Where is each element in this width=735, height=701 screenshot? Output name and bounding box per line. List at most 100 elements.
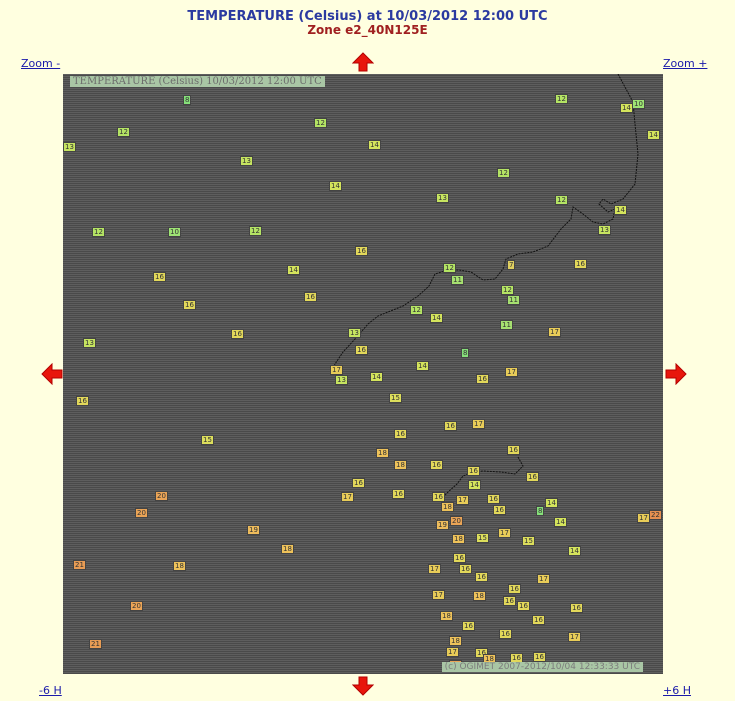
coastline-overlay xyxy=(330,74,639,500)
station-temperature-label: 18 xyxy=(452,534,465,544)
station-temperature-label: 14 xyxy=(329,181,342,191)
station-temperature-label: 13 xyxy=(598,225,611,235)
station-temperature-label: 13 xyxy=(348,328,361,338)
station-temperature-label: 18 xyxy=(441,502,454,512)
station-temperature-label: 12 xyxy=(92,227,105,237)
station-temperature-label: 17 xyxy=(537,574,550,584)
station-temperature-label: 14 xyxy=(614,205,627,215)
station-temperature-label: 15 xyxy=(389,393,402,403)
time-back-link[interactable]: -6 H xyxy=(39,684,62,697)
station-temperature-label: 20 xyxy=(155,491,168,501)
station-temperature-label: 13 xyxy=(436,193,449,203)
station-temperature-label: 16 xyxy=(459,564,472,574)
zoom-out-link[interactable]: Zoom - xyxy=(21,57,60,70)
station-temperature-label: 16 xyxy=(493,505,506,515)
station-temperature-label: 15 xyxy=(201,435,214,445)
station-temperature-label: 21 xyxy=(73,560,86,570)
station-temperature-label: 16 xyxy=(532,615,545,625)
station-temperature-label: 12 xyxy=(117,127,130,137)
station-temperature-label: 7 xyxy=(507,260,516,270)
station-temperature-label: 17 xyxy=(456,495,469,505)
pan-left-arrow-icon[interactable] xyxy=(41,363,63,385)
station-temperature-label: 17 xyxy=(548,327,561,337)
station-temperature-label: 12 xyxy=(249,226,262,236)
station-temperature-label: 16 xyxy=(570,603,583,613)
station-temperature-label: 16 xyxy=(507,445,520,455)
station-temperature-label: 20 xyxy=(135,508,148,518)
station-temperature-label: 12 xyxy=(443,263,456,273)
station-temperature-label: 17 xyxy=(446,647,459,657)
station-temperature-label: 8 xyxy=(461,348,470,358)
station-temperature-label: 16 xyxy=(352,478,365,488)
station-temperature-label: 16 xyxy=(499,629,512,639)
station-temperature-label: 10 xyxy=(168,227,181,237)
station-temperature-label: 12 xyxy=(555,195,568,205)
station-temperature-label: 14 xyxy=(554,517,567,527)
station-temperature-label: 14 xyxy=(430,313,443,323)
station-temperature-label: 17 xyxy=(505,367,518,377)
station-temperature-label: 15 xyxy=(476,533,489,543)
station-temperature-label: 18 xyxy=(473,591,486,601)
station-temperature-label: 17 xyxy=(472,419,485,429)
station-temperature-label: 16 xyxy=(183,300,196,310)
time-forward-link[interactable]: +6 H xyxy=(663,684,691,697)
station-temperature-label: 14 xyxy=(468,480,481,490)
copyright-label: (c) OGIMET 2007-2012/10/04 12:33:33 UTC xyxy=(441,662,643,672)
pan-up-arrow-icon[interactable] xyxy=(352,52,374,72)
station-temperature-label: 17 xyxy=(498,528,511,538)
station-temperature-label: 16 xyxy=(462,621,475,631)
station-temperature-label: 16 xyxy=(503,596,516,606)
station-temperature-label: 16 xyxy=(444,421,457,431)
station-temperature-label: 12 xyxy=(314,118,327,128)
station-temperature-label: 11 xyxy=(500,320,513,330)
station-temperature-label: 18 xyxy=(449,636,462,646)
station-temperature-label: 12 xyxy=(501,285,514,295)
temperature-map[interactable]: 8 12 14 10 14 12 12 13 14 13 12 14 13 12 14 12 10 12 13 16 1… xyxy=(63,74,663,674)
station-temperature-label: 20 xyxy=(130,601,143,611)
station-temperature-label: 11 xyxy=(451,275,464,285)
station-temperature-label: 14 xyxy=(545,498,558,508)
station-temperature-label: 17 xyxy=(568,632,581,642)
pan-down-arrow-icon[interactable] xyxy=(352,676,374,696)
station-temperature-label: 16 xyxy=(392,489,405,499)
station-temperature-label: 14 xyxy=(568,546,581,556)
station-temperature-label: 16 xyxy=(574,259,587,269)
station-temperature-label: 16 xyxy=(355,345,368,355)
station-temperature-label: 14 xyxy=(287,265,300,275)
station-temperature-label: 19 xyxy=(436,520,449,530)
pan-right-arrow-icon[interactable] xyxy=(665,363,687,385)
station-temperature-label: 16 xyxy=(430,460,443,470)
station-temperature-label: 17 xyxy=(428,564,441,574)
station-temperature-label: 16 xyxy=(432,492,445,502)
station-temperature-label: 16 xyxy=(304,292,317,302)
station-temperature-label: 16 xyxy=(475,572,488,582)
station-temperature-label: 17 xyxy=(432,590,445,600)
station-temperature-label: 18 xyxy=(440,611,453,621)
page-title: TEMPERATURE (Celsius) at 10/03/2012 12:0… xyxy=(187,9,548,24)
station-temperature-label: 16 xyxy=(394,429,407,439)
station-temperature-label: 18 xyxy=(394,460,407,470)
station-temperature-label: 16 xyxy=(508,584,521,594)
station-temperature-label: 16 xyxy=(153,272,166,282)
station-temperature-label: 16 xyxy=(453,553,466,563)
station-temperature-label: 17 xyxy=(341,492,354,502)
station-temperature-label: 14 xyxy=(620,103,633,113)
station-temperature-label: 20 xyxy=(450,516,463,526)
station-temperature-label: 16 xyxy=(76,396,89,406)
station-temperature-label: 16 xyxy=(526,472,539,482)
zoom-in-link[interactable]: Zoom + xyxy=(663,57,707,70)
station-temperature-label: 12 xyxy=(410,305,423,315)
station-temperature-label: 15 xyxy=(522,536,535,546)
station-temperature-label: 16 xyxy=(231,329,244,339)
station-temperature-label: 14 xyxy=(368,140,381,150)
station-temperature-label: 16 xyxy=(355,246,368,256)
station-temperature-label: 8 xyxy=(536,506,545,516)
station-temperature-label: 16 xyxy=(467,466,480,476)
station-temperature-label: 18 xyxy=(376,448,389,458)
station-temperature-label: 12 xyxy=(555,94,568,104)
map-inner-title: TEMPERATURE (Celsius) 10/03/2012 12:00 U… xyxy=(70,76,325,87)
station-temperature-label: 21 xyxy=(89,639,102,649)
station-temperature-label: 13 xyxy=(83,338,96,348)
station-temperature-label: 8 xyxy=(183,95,192,105)
station-temperature-label: 16 xyxy=(487,494,500,504)
